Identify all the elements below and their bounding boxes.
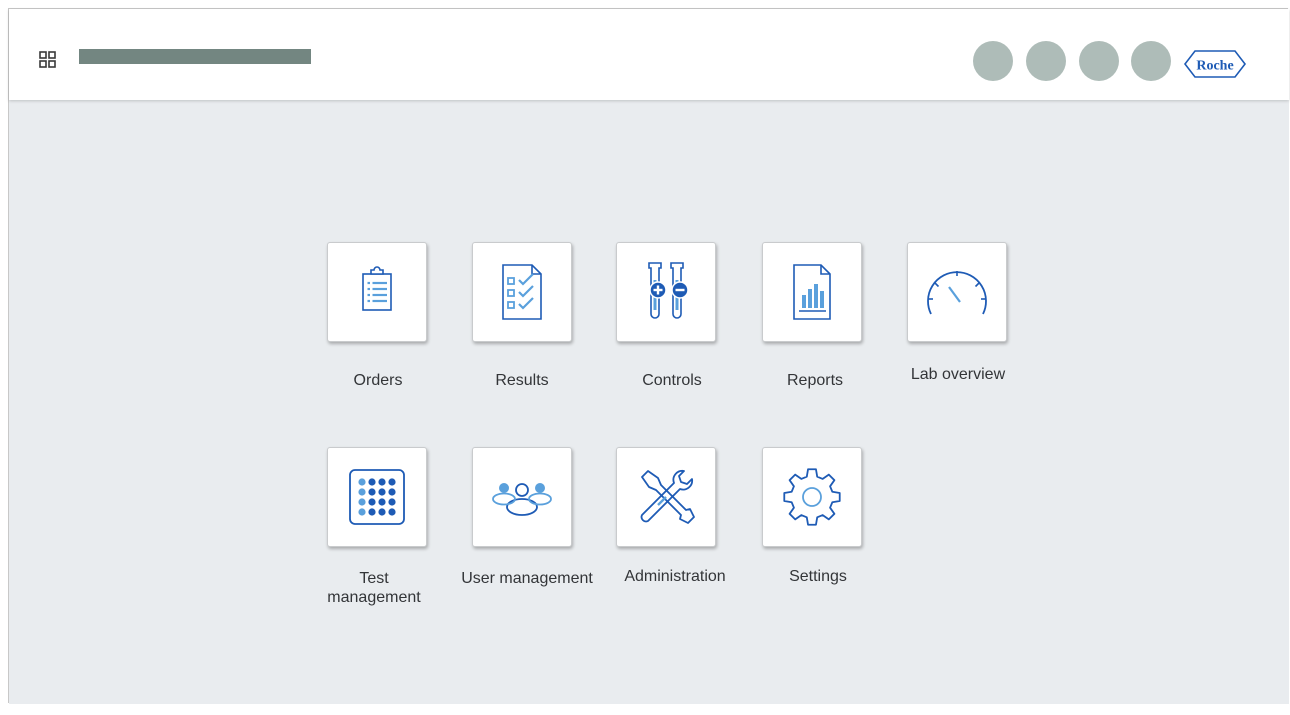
user-group-icon [489,475,555,519]
tools-icon [634,465,698,529]
settings-label[interactable]: Settings [743,567,893,586]
clipboard-list-icon [354,265,400,319]
test-management-label[interactable]: Test management [299,569,449,607]
grid-icon[interactable] [39,51,57,69]
well-plate-icon [347,467,407,527]
user-management-label[interactable]: User management [452,569,602,588]
settings-tile[interactable] [762,447,862,547]
header-action-button-1[interactable] [973,41,1013,81]
test-management-tile[interactable] [327,447,427,547]
top-header: Roche [9,9,1289,100]
svg-text:Roche: Roche [1196,59,1233,74]
lab-overview-label[interactable]: Lab overview [883,365,1033,384]
reports-tile[interactable] [762,242,862,342]
controls-tile[interactable] [616,242,716,342]
reports-label[interactable]: Reports [740,371,890,390]
results-label[interactable]: Results [447,371,597,390]
checklist-document-icon [499,263,545,321]
administration-tile[interactable] [616,447,716,547]
header-action-button-4[interactable] [1131,41,1171,81]
gauge-icon [922,264,992,320]
lab-overview-tile[interactable] [907,242,1007,342]
header-action-button-2[interactable] [1026,41,1066,81]
bar-chart-document-icon [790,263,834,321]
app-window: Roche Orders Results Controls Reports La… [8,8,1289,704]
orders-label[interactable]: Orders [303,371,453,390]
orders-tile[interactable] [327,242,427,342]
header-action-button-3[interactable] [1079,41,1119,81]
roche-logo: Roche [1183,49,1247,79]
administration-label[interactable]: Administration [600,567,750,586]
user-management-tile[interactable] [472,447,572,547]
main-launcher: Orders Results Controls Reports Lab over… [9,100,1289,704]
test-tubes-plus-minus-icon [638,260,694,324]
controls-label[interactable]: Controls [597,371,747,390]
gear-icon [779,464,845,530]
page-title-placeholder [79,49,311,64]
results-tile[interactable] [472,242,572,342]
